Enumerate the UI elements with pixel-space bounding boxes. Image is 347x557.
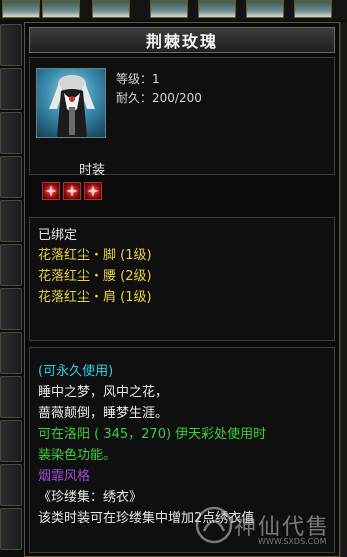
item-header-section: 等级：1 耐久：200/200 xyxy=(29,57,335,175)
flavor-text: 睡中之梦，风中之花， xyxy=(38,385,169,400)
bound-status: 已绑定 xyxy=(38,228,78,243)
portrait-slot[interactable] xyxy=(2,0,40,18)
inventory-slot[interactable] xyxy=(0,200,22,242)
collection-note: 该类时装可在珍缕集中增加2点绣衣值 xyxy=(38,511,255,526)
set-bonus-section: 已绑定 花落红尘・脚 (1级) 花落红尘・腰 (2级) 花落红尘・肩 (1级) xyxy=(29,217,335,341)
set-item: 花落红尘・腰 (2级) xyxy=(38,269,152,284)
set-item: 花落红尘・脚 (1级) xyxy=(38,248,152,263)
inventory-slot[interactable] xyxy=(0,464,22,506)
inventory-slot[interactable] xyxy=(0,332,22,374)
inventory-slot[interactable] xyxy=(0,156,22,198)
style-label: 烟霏风格 xyxy=(38,469,91,484)
window-edge xyxy=(340,22,347,557)
inventory-slot[interactable] xyxy=(0,112,22,154)
flavor-text: 蔷薇颠倒，睡梦生涯。 xyxy=(38,406,169,421)
dye-info: 装染色功能。 xyxy=(38,448,117,463)
portrait-slot[interactable] xyxy=(198,0,236,18)
portrait-slot[interactable] xyxy=(150,0,188,18)
portrait-slot[interactable] xyxy=(92,0,130,18)
item-tooltip: 荆棘玫瑰 等级：1 耐久：200/200 时装 已绑定 花落红尘・脚 (1级) … xyxy=(24,22,340,557)
portrait-slot[interactable] xyxy=(42,0,80,18)
inventory-slot[interactable] xyxy=(0,508,22,550)
portrait-slot[interactable] xyxy=(294,0,332,18)
gem-slot-icon[interactable] xyxy=(63,182,81,200)
item-level: 等级：1 xyxy=(116,72,160,86)
collection-title: 《珍缕集：绣衣》 xyxy=(38,490,143,505)
gem-slot-icon[interactable] xyxy=(42,182,60,200)
set-item: 花落红尘・肩 (1级) xyxy=(38,290,152,305)
inventory-slot[interactable] xyxy=(0,420,22,462)
inventory-slot[interactable] xyxy=(0,244,22,286)
item-durability: 耐久：200/200 xyxy=(116,91,202,105)
inventory-slot[interactable] xyxy=(0,68,22,110)
gem-slot-icon[interactable] xyxy=(84,182,102,200)
gem-slots xyxy=(42,182,102,200)
portrait-slot[interactable] xyxy=(246,0,284,18)
inventory-slot[interactable] xyxy=(0,24,22,66)
item-category: 时装 xyxy=(79,163,106,178)
dye-info: 可在洛阳 ( 345，270) 伊天彩处使用时 xyxy=(38,427,267,442)
usage-note: (可永久使用) xyxy=(38,364,114,379)
item-costume-icon xyxy=(36,68,106,138)
top-portrait-strip xyxy=(0,0,347,20)
item-title: 荆棘玫瑰 xyxy=(29,27,335,53)
inventory-slot[interactable] xyxy=(0,376,22,418)
description-section: (可永久使用) 睡中之梦，风中之花， 蔷薇颠倒，睡梦生涯。 可在洛阳 ( 345… xyxy=(29,347,335,553)
inventory-slot[interactable] xyxy=(0,288,22,330)
